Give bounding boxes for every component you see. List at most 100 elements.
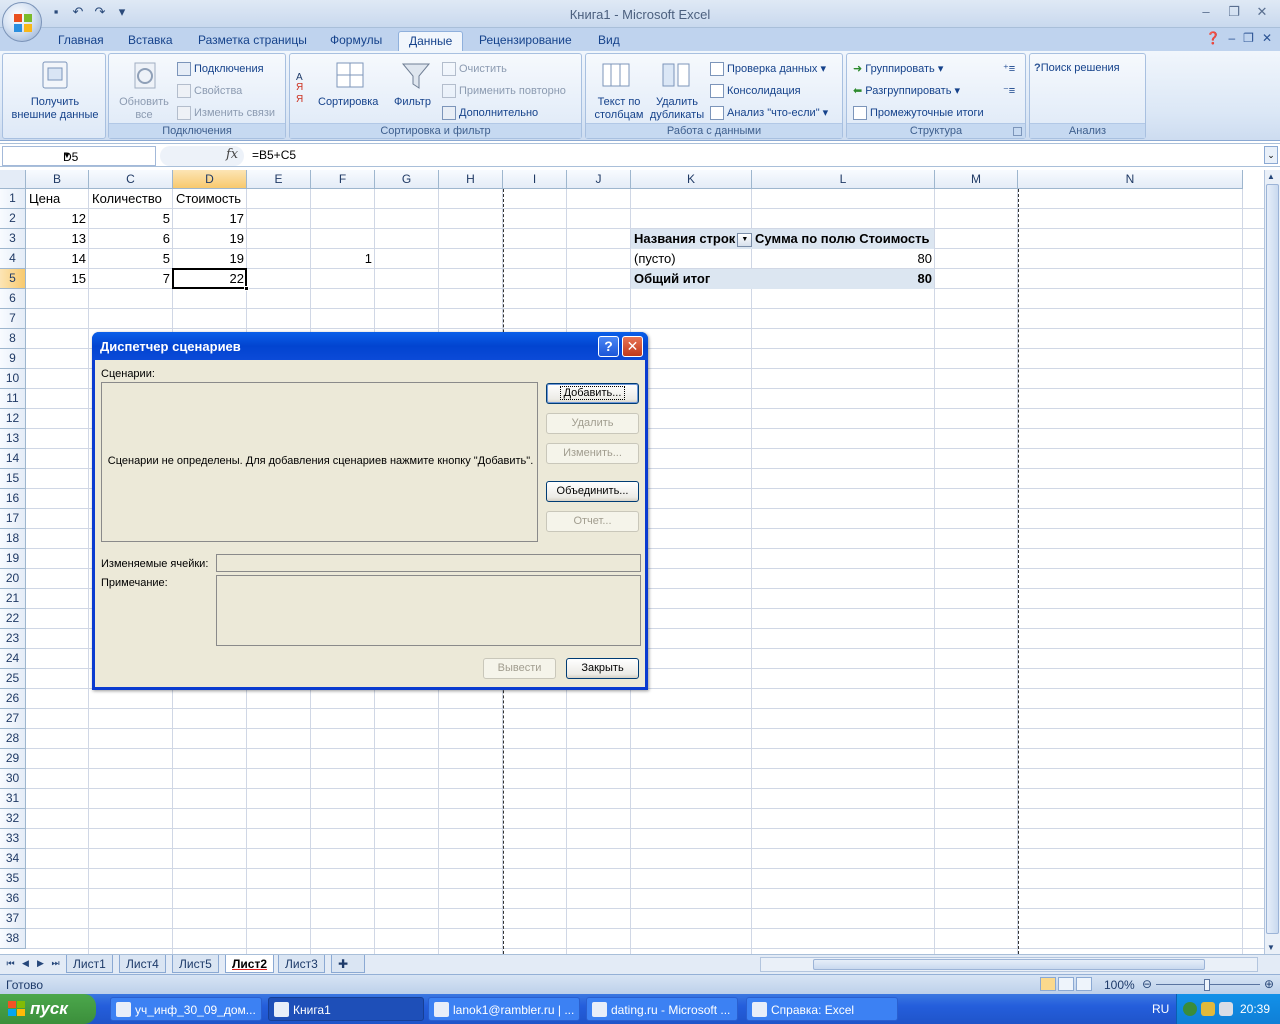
row-header-14[interactable]: 14	[0, 449, 26, 469]
row-header-2[interactable]: 2	[0, 209, 26, 229]
cell-c2[interactable]: 5	[89, 209, 173, 229]
sort-az-icon[interactable]: AЯ Я	[296, 66, 314, 106]
row-header-7[interactable]: 7	[0, 309, 26, 329]
task-button-help[interactable]: Справка: Excel	[746, 997, 898, 1021]
row-header-18[interactable]: 18	[0, 529, 26, 549]
task-button-document[interactable]: уч_инф_30_09_дом...	[110, 997, 262, 1021]
column-header-f[interactable]: F	[311, 170, 375, 189]
expand-formula-bar-icon[interactable]: ⌄	[1264, 146, 1278, 164]
task-button-excel[interactable]: Книга1	[268, 997, 424, 1021]
tab-data[interactable]: Данные	[398, 31, 464, 51]
row-header-38[interactable]: 38	[0, 929, 26, 949]
row-header-35[interactable]: 35	[0, 869, 26, 889]
row-header-4[interactable]: 4	[0, 249, 26, 269]
zoom-knob[interactable]	[1204, 979, 1210, 991]
column-header-d[interactable]: D	[173, 170, 247, 189]
first-sheet-icon[interactable]: ⏮	[4, 958, 17, 969]
connections-button[interactable]: Подключения	[177, 62, 264, 76]
column-header-i[interactable]: I	[503, 170, 567, 189]
report-button[interactable]: Отчет...	[546, 511, 639, 532]
row-header-1[interactable]: 1	[0, 189, 26, 209]
task-button-mail[interactable]: lanok1@rambler.ru | ...	[428, 997, 580, 1021]
row-header-23[interactable]: 23	[0, 629, 26, 649]
get-external-data-button[interactable]: Получить внешние данные	[7, 96, 103, 122]
column-header-n[interactable]: N	[1018, 170, 1243, 189]
tab-insert[interactable]: Вставка	[118, 31, 183, 51]
sheet-tab-3[interactable]: Лист3	[278, 955, 325, 973]
clear-button[interactable]: Очистить	[442, 62, 507, 76]
zoom-level[interactable]: 100%	[1104, 978, 1135, 992]
column-header-j[interactable]: J	[567, 170, 631, 189]
delete-scenario-button[interactable]: Удалить	[546, 413, 639, 434]
show-detail-icon[interactable]: ⁺≡	[1003, 62, 1015, 75]
row-header-8[interactable]: 8	[0, 329, 26, 349]
tab-page-layout[interactable]: Разметка страницы	[188, 31, 317, 51]
solver-button[interactable]: ?Поиск решения	[1034, 62, 1120, 74]
cell-c5[interactable]: 7	[89, 269, 173, 289]
zoom-out-icon[interactable]: ⊖	[1142, 977, 1152, 991]
horizontal-scroll-thumb[interactable]	[813, 959, 1205, 970]
cell-c4[interactable]: 5	[89, 249, 173, 269]
minimize-icon[interactable]: –	[1194, 4, 1218, 22]
row-header-11[interactable]: 11	[0, 389, 26, 409]
row-header-13[interactable]: 13	[0, 429, 26, 449]
row-header-36[interactable]: 36	[0, 889, 26, 909]
language-indicator[interactable]: RU	[1152, 1002, 1169, 1016]
edit-links-button[interactable]: Изменить связи	[177, 106, 275, 120]
select-all-corner[interactable]	[0, 170, 26, 189]
column-header-e[interactable]: E	[247, 170, 311, 189]
tray-network-icon[interactable]	[1183, 1002, 1197, 1016]
inner-close-icon[interactable]: ✕	[1262, 31, 1272, 45]
sheet-tab-1[interactable]: Лист1	[66, 955, 113, 973]
pivot-total-label[interactable]: Общий итог	[631, 269, 752, 289]
row-header-33[interactable]: 33	[0, 829, 26, 849]
task-button-dating[interactable]: dating.ru - Microsoft ...	[586, 997, 738, 1021]
text-to-columns-button[interactable]: Текст по столбцам	[590, 96, 648, 122]
help-icon[interactable]: ❓	[1206, 31, 1221, 45]
hide-detail-icon[interactable]: ⁻≡	[1003, 84, 1015, 97]
row-header-27[interactable]: 27	[0, 709, 26, 729]
sheet-tab-4[interactable]: Лист4	[119, 955, 166, 973]
cell-d1[interactable]: Стоимость	[173, 189, 247, 209]
scenarios-list[interactable]: Сценарии не определены. Для добавления с…	[101, 382, 538, 542]
outline-dialog-launcher-icon[interactable]	[1013, 127, 1022, 136]
last-sheet-icon[interactable]: ⏭	[49, 958, 62, 969]
dialog-help-icon[interactable]: ?	[598, 336, 619, 357]
show-scenario-button[interactable]: Вывести	[483, 658, 556, 679]
next-sheet-icon[interactable]: ▶	[34, 958, 47, 969]
vertical-scroll-thumb[interactable]	[1266, 184, 1279, 934]
cell-c3[interactable]: 6	[89, 229, 173, 249]
tab-home[interactable]: Главная	[48, 31, 114, 51]
column-header-m[interactable]: M	[935, 170, 1018, 189]
row-header-10[interactable]: 10	[0, 369, 26, 389]
pivot-empty-label[interactable]: (пусто)	[631, 249, 752, 269]
row-header-9[interactable]: 9	[0, 349, 26, 369]
row-header-22[interactable]: 22	[0, 609, 26, 629]
page-break-view-icon[interactable]	[1076, 977, 1092, 991]
pivot-filter-dropdown-icon[interactable]: ▼	[737, 232, 753, 247]
tray-security-icon[interactable]	[1219, 1002, 1233, 1016]
cell-b3[interactable]: 13	[26, 229, 89, 249]
cell-d4[interactable]: 19	[173, 249, 247, 269]
row-header-21[interactable]: 21	[0, 589, 26, 609]
row-header-37[interactable]: 37	[0, 909, 26, 929]
vertical-scrollbar[interactable]: ▲ ▼	[1264, 170, 1280, 954]
row-header-34[interactable]: 34	[0, 849, 26, 869]
cell-d2[interactable]: 17	[173, 209, 247, 229]
row-header-20[interactable]: 20	[0, 569, 26, 589]
row-header-12[interactable]: 12	[0, 409, 26, 429]
page-layout-view-icon[interactable]	[1058, 977, 1074, 991]
row-header-6[interactable]: 6	[0, 289, 26, 309]
properties-button[interactable]: Свойства	[177, 84, 242, 98]
advanced-filter-button[interactable]: Дополнительно	[442, 106, 538, 120]
reapply-button[interactable]: Применить повторно	[442, 84, 566, 98]
row-header-25[interactable]: 25	[0, 669, 26, 689]
row-header-19[interactable]: 19	[0, 549, 26, 569]
dialog-close-icon[interactable]: ✕	[622, 336, 643, 357]
scroll-up-icon[interactable]: ▲	[1267, 172, 1275, 181]
scroll-down-icon[interactable]: ▼	[1267, 943, 1275, 952]
insert-function-icon[interactable]: fx	[226, 147, 238, 162]
column-header-l[interactable]: L	[752, 170, 935, 189]
pivot-empty-value[interactable]: 80	[752, 249, 935, 269]
tab-review[interactable]: Рецензирование	[469, 31, 582, 51]
